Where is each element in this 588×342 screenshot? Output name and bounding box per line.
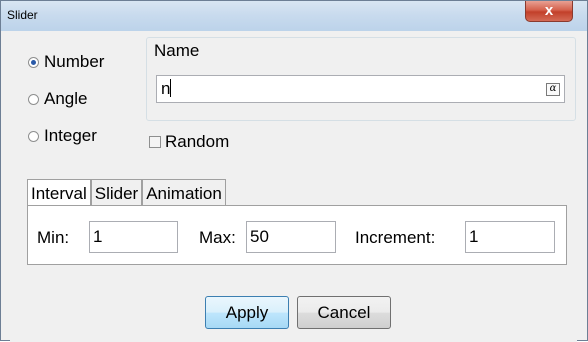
tab-slider[interactable]: Slider <box>90 179 143 206</box>
close-button[interactable]: x <box>525 1 573 22</box>
interval-panel: Min: 1 Max: 50 Increment: 1 <box>27 205 567 265</box>
tab-animation[interactable]: Animation <box>142 179 226 206</box>
max-label: Max: <box>199 228 236 247</box>
radio-button-angle[interactable] <box>28 93 39 105</box>
slider-dialog: Slider x Number Angle Integer Name n α R… <box>0 0 588 342</box>
radio-integer[interactable]: Integer <box>28 125 97 147</box>
name-input[interactable]: n α <box>156 75 565 103</box>
radio-angle[interactable]: Angle <box>28 88 87 110</box>
tab-bar: Interval Slider Animation <box>27 179 226 207</box>
random-checkbox[interactable] <box>149 136 161 148</box>
increment-input[interactable]: 1 <box>465 221 555 253</box>
radio-label-number: Number <box>44 52 105 71</box>
close-icon: x <box>544 2 554 19</box>
max-input[interactable]: 50 <box>246 221 336 253</box>
radio-button-number[interactable] <box>28 56 39 68</box>
random-label: Random <box>165 132 230 151</box>
radio-label-angle: Angle <box>44 89 88 108</box>
window-title: Slider <box>7 8 38 22</box>
increment-label: Increment: <box>355 228 436 247</box>
random-option[interactable]: Random <box>149 132 229 152</box>
alpha-symbol-icon[interactable]: α <box>546 83 560 96</box>
min-label: Min: <box>37 228 70 247</box>
title-bar[interactable]: Slider x <box>1 1 587 31</box>
text-cursor <box>170 79 172 97</box>
radio-number[interactable]: Number <box>28 51 104 73</box>
radio-button-integer[interactable] <box>28 130 39 142</box>
name-label: Name <box>154 41 200 60</box>
dialog-content: Number Angle Integer Name n α Random Int… <box>10 31 577 342</box>
min-input[interactable]: 1 <box>89 221 178 253</box>
tab-interval[interactable]: Interval <box>27 179 91 207</box>
radio-label-integer: Integer <box>44 126 97 145</box>
name-input-value: n <box>161 79 171 98</box>
apply-button[interactable]: Apply <box>205 296 289 329</box>
cancel-button[interactable]: Cancel <box>297 296 391 329</box>
